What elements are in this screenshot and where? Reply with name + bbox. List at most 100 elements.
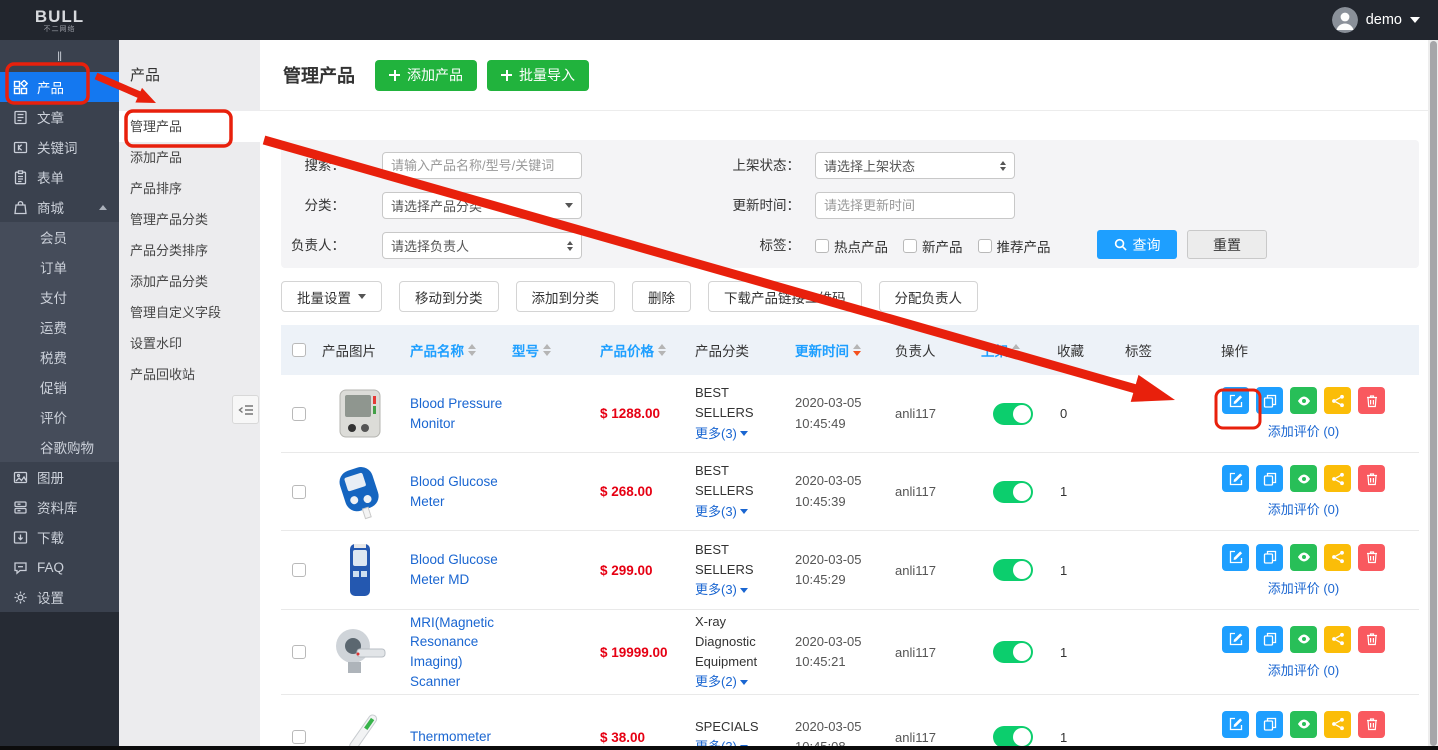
col-status[interactable]: 上架 <box>975 340 1051 360</box>
preview-eye-button[interactable] <box>1290 711 1317 738</box>
share-button[interactable] <box>1324 387 1351 414</box>
tag-recommended-products[interactable]: 推荐产品 <box>978 236 1051 256</box>
category-more-link[interactable]: 更多(2) <box>695 672 748 692</box>
copy-button[interactable] <box>1256 711 1283 738</box>
select-all-checkbox[interactable] <box>292 343 306 357</box>
row-checkbox[interactable] <box>292 563 306 577</box>
add-review-link[interactable]: 添加评价 (0) <box>1222 421 1385 440</box>
add-review-link[interactable]: 添加评价 (0) <box>1222 499 1385 518</box>
delete-row-button[interactable] <box>1358 544 1385 571</box>
sidebar-subitem-shipping[interactable]: 运费 <box>0 312 119 342</box>
sidebar-subitem-google-shopping[interactable]: 谷歌购物 <box>0 432 119 462</box>
status-toggle-on[interactable] <box>993 559 1033 581</box>
sidebar-item-products[interactable]: 产品 <box>0 72 119 102</box>
delete-row-button[interactable] <box>1358 387 1385 414</box>
sidebar-item-forms[interactable]: 表单 <box>0 162 119 192</box>
submenu-item-add-product[interactable]: 添加产品 <box>119 142 260 173</box>
add-review-link[interactable]: 添加评价 (0) <box>1222 578 1385 597</box>
edit-button[interactable] <box>1222 711 1249 738</box>
product-name-link[interactable]: Blood Pressure Monitor <box>410 394 506 433</box>
move-to-category-button[interactable]: 移动到分类 <box>399 281 499 312</box>
product-name-link[interactable]: Blood Glucose Meter <box>410 472 506 511</box>
sidebar-item-keywords[interactable]: 关键词 <box>0 132 119 162</box>
submenu-item-watermark[interactable]: 设置水印 <box>119 328 260 359</box>
sidebar-subitem-members[interactable]: 会员 <box>0 222 119 252</box>
reset-button[interactable]: 重置 <box>1187 230 1267 259</box>
col-updated[interactable]: 更新时间 <box>789 340 889 360</box>
copy-button[interactable] <box>1256 387 1283 414</box>
sidebar-item-library[interactable]: 资料库 <box>0 492 119 522</box>
tag-new-products[interactable]: 新产品 <box>903 236 963 256</box>
category-more-link[interactable]: 更多(3) <box>695 424 748 444</box>
batch-settings-button[interactable]: 批量设置 <box>281 281 382 312</box>
product-name-link[interactable]: MRI(Magnetic Resonance Imaging) Scanner <box>410 613 506 691</box>
app-logo[interactable]: BULL 不二网络 <box>0 0 119 40</box>
row-checkbox[interactable] <box>292 407 306 421</box>
submenu-item-manage-products[interactable]: 管理产品 <box>119 111 260 142</box>
checkbox[interactable] <box>903 239 917 253</box>
sidebar-item-settings[interactable]: 设置 <box>0 582 119 612</box>
checkbox[interactable] <box>978 239 992 253</box>
col-name[interactable]: 产品名称 <box>404 340 506 360</box>
category-more-link[interactable]: 更多(3) <box>695 580 748 600</box>
copy-button[interactable] <box>1256 626 1283 653</box>
product-name-link[interactable]: Thermometer <box>410 727 506 747</box>
delete-row-button[interactable] <box>1358 465 1385 492</box>
add-review-link[interactable]: 添加评价 (0) <box>1222 660 1385 679</box>
status-toggle-on[interactable] <box>993 641 1033 663</box>
preview-eye-button[interactable] <box>1290 544 1317 571</box>
add-to-category-button[interactable]: 添加到分类 <box>516 281 616 312</box>
submenu-item-add-category[interactable]: 添加产品分类 <box>119 266 260 297</box>
sidebar-item-articles[interactable]: 文章 <box>0 102 119 132</box>
category-select[interactable]: 请选择产品分类 <box>382 192 582 219</box>
col-model[interactable]: 型号 <box>506 340 594 360</box>
owner-select[interactable]: 请选择负责人 <box>382 232 582 259</box>
sidebar-item-gallery[interactable]: 图册 <box>0 462 119 492</box>
delete-row-button[interactable] <box>1358 626 1385 653</box>
status-toggle-on[interactable] <box>993 403 1033 425</box>
edit-button[interactable] <box>1222 387 1249 414</box>
sidebar-item-mall[interactable]: 商城 <box>0 192 119 222</box>
sidebar-drag-handle[interactable]: ‖ <box>0 40 119 72</box>
sidebar-subitem-promotions[interactable]: 促销 <box>0 372 119 402</box>
col-price[interactable]: 产品价格 <box>594 340 689 360</box>
delete-button[interactable]: 删除 <box>632 281 691 312</box>
copy-button[interactable] <box>1256 465 1283 492</box>
submenu-item-product-sort[interactable]: 产品排序 <box>119 173 260 204</box>
share-button[interactable] <box>1324 711 1351 738</box>
query-button[interactable]: 查询 <box>1097 230 1177 259</box>
vertical-scrollbar[interactable] <box>1428 40 1438 750</box>
copy-button[interactable] <box>1256 544 1283 571</box>
status-select[interactable]: 请选择上架状态 <box>815 152 1015 179</box>
category-more-link[interactable]: 更多(3) <box>695 502 748 522</box>
edit-button[interactable] <box>1222 544 1249 571</box>
submenu-item-category-sort[interactable]: 产品分类排序 <box>119 235 260 266</box>
sidebar-subitem-tax[interactable]: 税费 <box>0 342 119 372</box>
preview-eye-button[interactable] <box>1290 387 1317 414</box>
share-button[interactable] <box>1324 626 1351 653</box>
row-checkbox[interactable] <box>292 645 306 659</box>
sidebar-subitem-reviews[interactable]: 评价 <box>0 402 119 432</box>
submenu-item-manage-categories[interactable]: 管理产品分类 <box>119 204 260 235</box>
delete-row-button[interactable] <box>1358 711 1385 738</box>
edit-button[interactable] <box>1222 626 1249 653</box>
preview-eye-button[interactable] <box>1290 626 1317 653</box>
sidebar-subitem-payments[interactable]: 支付 <box>0 282 119 312</box>
user-menu[interactable]: demo <box>1332 7 1420 33</box>
product-name-link[interactable]: Blood Glucose Meter MD <box>410 550 506 589</box>
scrollbar-thumb[interactable] <box>1430 41 1437 746</box>
status-toggle-on[interactable] <box>993 726 1033 748</box>
assign-owner-button[interactable]: 分配负责人 <box>879 281 979 312</box>
share-button[interactable] <box>1324 465 1351 492</box>
add-product-button[interactable]: 添加产品 <box>375 60 477 91</box>
edit-button[interactable] <box>1222 465 1249 492</box>
status-toggle-on[interactable] <box>993 481 1033 503</box>
download-qrcode-button[interactable]: 下载产品链接二维码 <box>708 281 862 312</box>
sidebar-item-downloads[interactable]: 下载 <box>0 522 119 552</box>
submenu-item-recycle-bin[interactable]: 产品回收站 <box>119 359 260 390</box>
tag-hot-products[interactable]: 热点产品 <box>815 236 888 256</box>
submenu-item-custom-fields[interactable]: 管理自定义字段 <box>119 297 260 328</box>
preview-eye-button[interactable] <box>1290 465 1317 492</box>
sidebar-item-faq[interactable]: FAQ <box>0 552 119 582</box>
row-checkbox[interactable] <box>292 485 306 499</box>
